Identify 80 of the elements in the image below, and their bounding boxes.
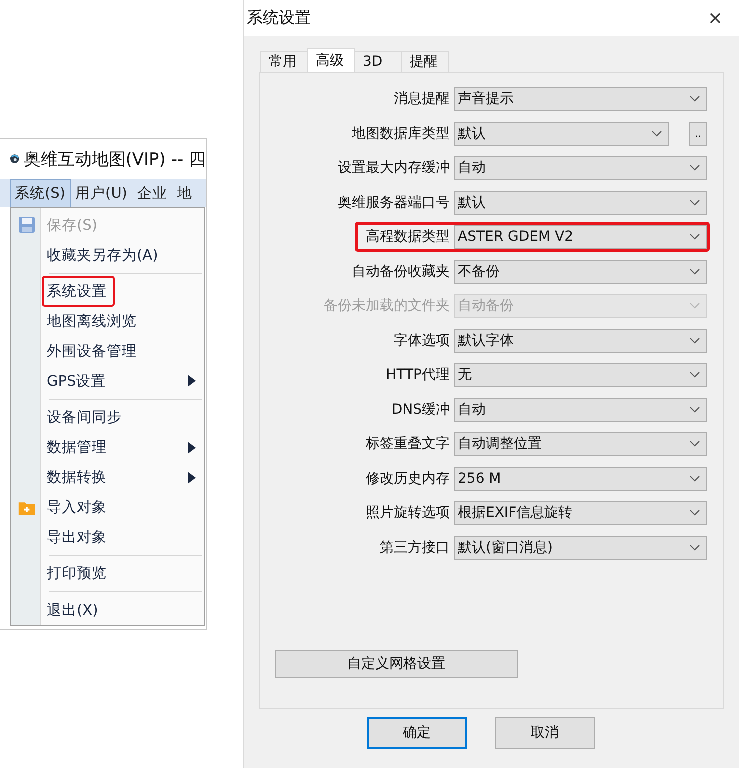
menu-item-label: 打印预览 — [46, 565, 108, 584]
menu-bar-item[interactable]: 企业 — [132, 179, 172, 207]
dialog-button[interactable]: 取消 — [495, 717, 595, 749]
tab[interactable]: 高级 — [307, 48, 355, 72]
dropdown-select[interactable]: 默认 — [454, 190, 707, 214]
chevron-down-icon — [690, 338, 700, 344]
menu-item[interactable]: 系统设置 — [11, 276, 204, 306]
menu-item-label: 导入对象 — [46, 499, 108, 518]
chevron-down-icon — [690, 544, 700, 550]
menu-item-label: 设备间同步 — [46, 409, 123, 428]
menu-item-label: 导出对象 — [46, 529, 108, 548]
menu-item-label: 系统设置 — [42, 276, 115, 307]
setting-label: 设置最大内存缓冲 — [338, 159, 450, 177]
dropdown-select[interactable]: 自动 — [454, 398, 707, 422]
setting-label: 自动备份收藏夹 — [352, 262, 450, 280]
menu-item[interactable]: 数据管理 — [11, 432, 204, 462]
dialog-title: 系统设置 — [247, 8, 311, 28]
chevron-down-icon — [690, 476, 700, 482]
menu-item[interactable]: GPS设置 — [11, 366, 204, 396]
tab[interactable]: 提醒 — [401, 51, 449, 72]
menu-bar-item[interactable]: 地 — [172, 179, 198, 207]
setting-label: 地图数据库类型 — [352, 124, 450, 142]
menu-item-label: 保存(S) — [46, 216, 99, 236]
menu-item-label: 收藏夹另存为(A) — [46, 246, 160, 266]
setting-label: 消息提醒 — [394, 90, 450, 108]
menu-bar-item[interactable]: 用户(U) — [70, 179, 132, 207]
chevron-down-icon — [690, 96, 700, 102]
menu-item-label: 地图离线浏览 — [46, 312, 138, 332]
chevron-down-icon — [690, 510, 700, 516]
dialog-button[interactable]: 确定 — [367, 717, 467, 749]
menu-item[interactable]: 地图离线浏览 — [11, 306, 204, 336]
setting-label: HTTP代理 — [386, 366, 450, 384]
dropdown-select[interactable]: 自动 — [454, 156, 707, 180]
chevron-down-icon — [690, 234, 700, 240]
dropdown-select[interactable]: 声音提示 — [454, 87, 707, 111]
menu-item[interactable]: 打印预览 — [11, 558, 204, 589]
setting-label: 奥维服务器端口号 — [338, 194, 450, 212]
tab[interactable]: 常用 — [260, 51, 308, 72]
dropdown-select[interactable]: 256 M — [454, 466, 707, 490]
custom-grid-button[interactable]: 自定义网格设置 — [275, 650, 518, 678]
chevron-down-icon — [690, 200, 700, 206]
setting-label: 第三方接口 — [380, 538, 450, 556]
setting-label: 标签重叠文字 — [366, 435, 450, 453]
menu-item-label: 退出(X) — [46, 602, 100, 620]
chevron-down-icon — [652, 130, 662, 136]
setting-label: DNS缓冲 — [392, 400, 450, 418]
chevron-down-icon — [690, 268, 700, 274]
dropdown-select[interactable]: 无 — [454, 363, 707, 387]
menu-item-label: 数据管理 — [46, 439, 108, 458]
dropdown-select[interactable]: 不备份 — [454, 260, 707, 284]
dropdown-select[interactable]: 默认(窗口消息) — [454, 536, 707, 560]
menu-item-label: GPS设置 — [46, 372, 108, 392]
setting-label: 照片旋转选项 — [366, 504, 450, 522]
chevron-down-icon — [690, 406, 700, 412]
chevron-down-icon — [690, 372, 700, 378]
menu-item[interactable]: 外围设备管理 — [11, 336, 204, 366]
chevron-down-icon — [690, 165, 700, 171]
menu-item[interactable]: 退出(X) — [11, 595, 204, 625]
menu-item[interactable]: 导入对象 — [11, 492, 204, 522]
setting-label: 字体选项 — [394, 332, 450, 350]
menu-bar-item[interactable]: 系统(S) — [10, 179, 71, 207]
dropdown-select[interactable]: 根据EXIF信息旋转 — [454, 501, 707, 525]
menu-item-label: 外围设备管理 — [46, 342, 138, 362]
menu-item-label: 数据转换 — [46, 469, 108, 488]
chevron-down-icon — [690, 441, 700, 447]
setting-label: 高程数据类型 — [366, 228, 450, 246]
menu-item[interactable]: 数据转换 — [11, 462, 204, 492]
dropdown-select[interactable]: 自动调整位置 — [454, 432, 707, 456]
close-button[interactable]: × — [708, 8, 723, 28]
setting-label: 修改历史内存 — [366, 470, 450, 488]
setting-label: 备份未加载的文件夹 — [324, 297, 450, 315]
chevron-down-icon — [690, 303, 700, 309]
browse-button[interactable]: .. — [689, 122, 707, 146]
menu-item[interactable]: 收藏夹另存为(A) — [11, 240, 204, 270]
menu-item[interactable]: 设备间同步 — [11, 402, 204, 432]
menu-item[interactable]: 导出对象 — [11, 522, 204, 552]
dropdown-select[interactable]: ASTER GDEM V2 — [454, 225, 707, 249]
dropdown-select[interactable]: 默认 — [454, 122, 669, 146]
app-title: 奥维互动地图(VIP) -- 四 — [24, 148, 206, 170]
dropdown-select[interactable]: 默认字体 — [454, 328, 707, 352]
